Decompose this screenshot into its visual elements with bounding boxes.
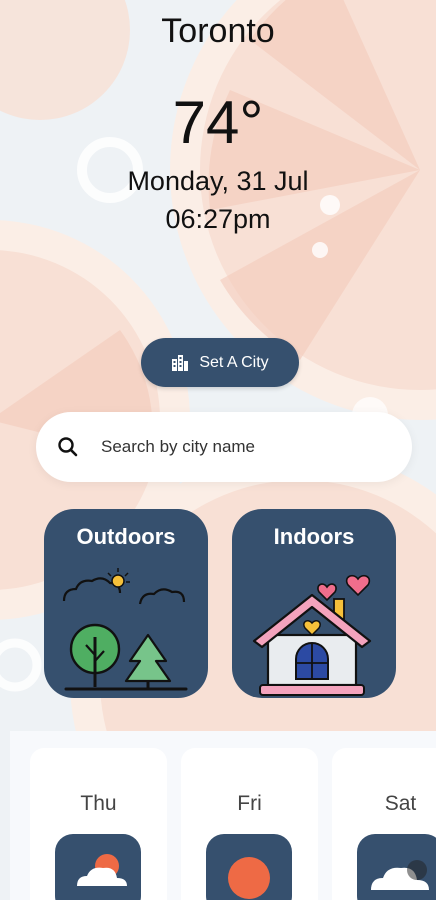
city-buildings-icon xyxy=(172,354,189,371)
forecast-day-card[interactable]: Thu xyxy=(30,748,167,900)
current-date: Monday, 31 Jul xyxy=(127,166,309,196)
search-bar[interactable] xyxy=(36,412,412,482)
forecast-day-card[interactable]: Sat xyxy=(332,748,436,900)
set-city-button[interactable]: Set A City xyxy=(141,338,299,387)
sun-behind-cloud-icon xyxy=(77,854,127,886)
indoors-label: Indoors xyxy=(273,524,355,549)
house-hearts-icon xyxy=(252,574,372,696)
search-input[interactable] xyxy=(101,437,391,457)
search-icon xyxy=(58,437,78,457)
forecast-icon-tile xyxy=(55,834,141,900)
outdoors-label: Outdoors xyxy=(76,524,176,549)
forecast-day-card[interactable]: Fri xyxy=(181,748,318,900)
current-time: 06:27pm xyxy=(165,204,271,234)
forecast-day-label: Thu xyxy=(80,792,117,815)
city-name: Toronto xyxy=(161,12,275,50)
forecast-icon-tile xyxy=(357,834,436,900)
current-temperature: 74° xyxy=(172,89,264,156)
cloud-icon xyxy=(371,860,429,890)
outdoors-category-card[interactable]: Outdoors xyxy=(44,509,208,698)
forecast-day-label: Sat xyxy=(384,792,417,815)
sun-icon xyxy=(228,857,270,899)
set-city-label: Set A City xyxy=(199,353,269,371)
forecast-icon-tile xyxy=(206,834,292,900)
forecast-strip[interactable]: Thu Fri Sat xyxy=(10,731,436,900)
forecast-day-label: Fri xyxy=(237,792,262,815)
outdoors-trees-icon xyxy=(62,568,188,691)
indoors-category-card[interactable]: Indoors xyxy=(232,509,396,698)
